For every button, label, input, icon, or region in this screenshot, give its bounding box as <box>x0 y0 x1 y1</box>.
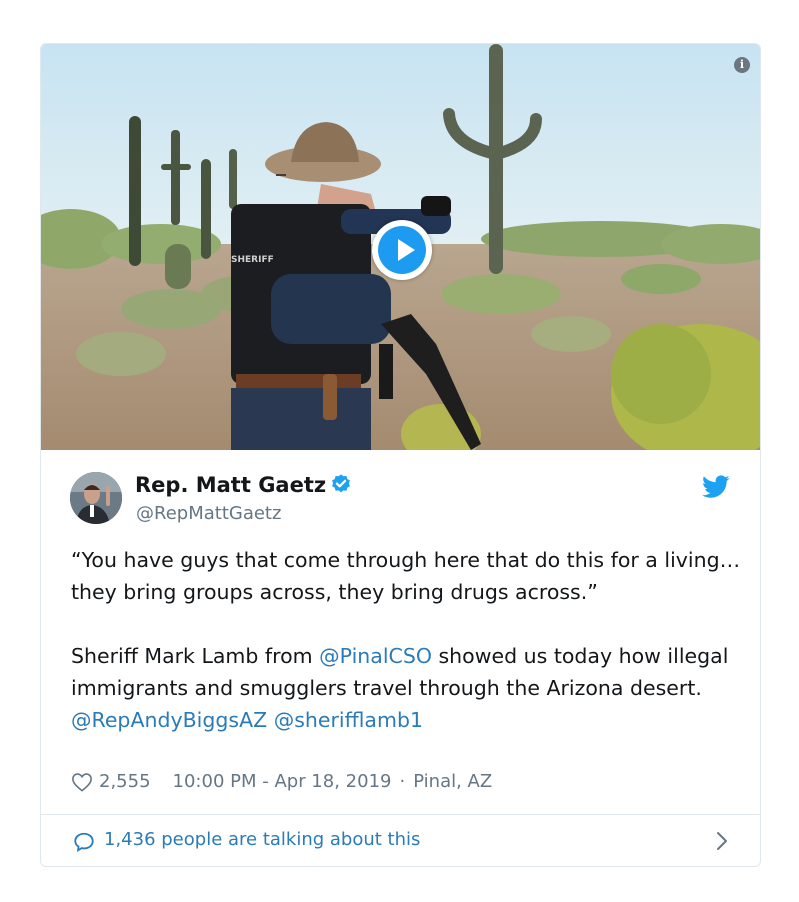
comment-bubble-icon <box>74 832 94 853</box>
like-count[interactable]: 2,555 <box>99 771 151 792</box>
tweet-card: SHERIFF i Rep. Matt Gaetz @RepMattGaetz <box>40 43 761 867</box>
author-name[interactable]: Rep. Matt Gaetz <box>135 473 352 497</box>
tweet-author[interactable]: Rep. Matt Gaetz @RepMattGaetz <box>70 472 710 528</box>
info-icon[interactable]: i <box>734 57 750 73</box>
chevron-right-icon <box>717 832 727 850</box>
conversation-link[interactable]: 1,436 people are talking about this <box>41 815 760 866</box>
play-icon <box>398 239 415 261</box>
tweet-text: “You have guys that come through here th… <box>71 544 751 736</box>
mention-sherifflamb1[interactable]: @sherifflamb1 <box>274 708 423 732</box>
avatar[interactable] <box>70 472 122 524</box>
tweet-location[interactable]: Pinal, AZ <box>413 771 492 792</box>
video-thumbnail[interactable]: SHERIFF i <box>41 44 760 450</box>
tweet-timestamp[interactable]: 10:00 PM - Apr 18, 2019 <box>173 771 392 792</box>
meta-separator: · <box>399 771 406 792</box>
tweet-meta: 2,555 10:00 PM - Apr 18, 2019 · Pinal, A… <box>71 771 492 792</box>
tweet-quote: “You have guys that come through here th… <box>71 548 741 604</box>
play-button[interactable] <box>372 220 432 280</box>
mention-repandybiggsaz[interactable]: @RepAndyBiggsAZ <box>71 708 267 732</box>
mention-pinalcso[interactable]: @PinalCSO <box>319 644 432 668</box>
author-name-text: Rep. Matt Gaetz <box>135 473 327 497</box>
svg-text:SHERIFF: SHERIFF <box>231 255 274 265</box>
author-handle[interactable]: @RepMattGaetz <box>136 503 281 524</box>
twitter-bird-icon[interactable] <box>702 475 730 499</box>
tweet-body: Sheriff Mark Lamb from @PinalCSO showed … <box>71 644 729 732</box>
verified-badge-icon <box>332 474 351 493</box>
avatar-image <box>70 472 122 524</box>
heart-icon[interactable] <box>71 772 93 792</box>
conversation-count-label: 1,436 people are talking about this <box>104 829 421 850</box>
